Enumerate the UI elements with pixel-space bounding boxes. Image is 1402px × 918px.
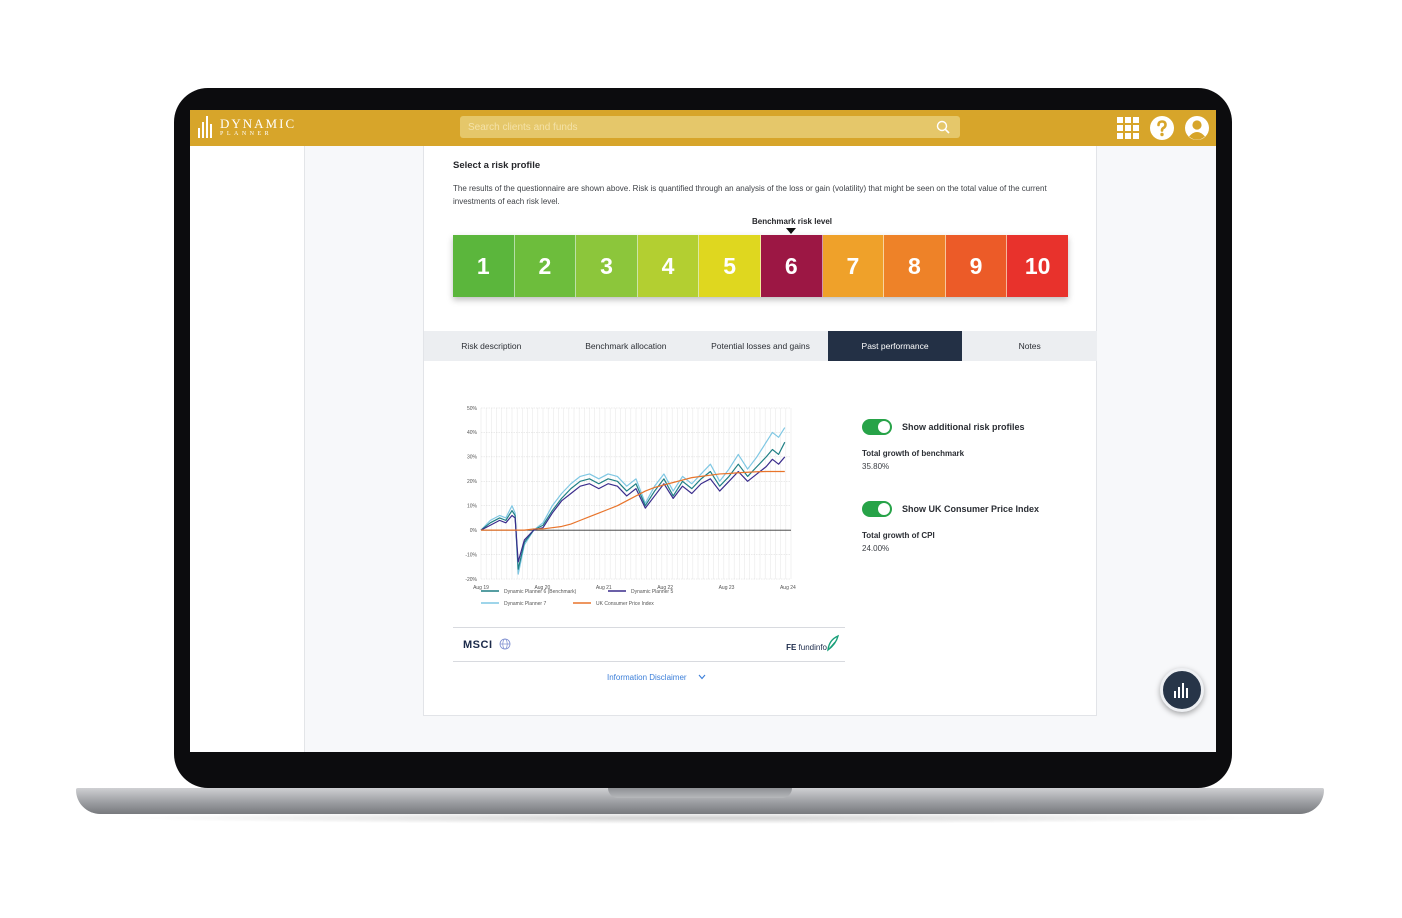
information-disclaimer-link[interactable]: Information Disclaimer — [607, 673, 687, 682]
search-input[interactable] — [460, 116, 920, 138]
risk-level-5[interactable]: 5 — [699, 235, 761, 297]
msci-logo: MSCI — [463, 639, 493, 651]
legend-label: Dynamic Planner 5 — [631, 589, 673, 595]
risk-profile-card: Select a risk profile The results of the… — [423, 146, 1097, 716]
risk-level-10[interactable]: 10 — [1007, 235, 1068, 297]
tab-benchmark-allocation[interactable]: Benchmark allocation — [559, 331, 694, 361]
y-tick-label: 20% — [467, 479, 478, 485]
tab-notes[interactable]: Notes — [962, 331, 1097, 361]
legend-label: Dynamic Planner 6 (Benchmark) — [504, 589, 577, 595]
y-tick-label: 0% — [470, 528, 478, 534]
detail-tabs: Risk description Benchmark allocation Po… — [424, 331, 1097, 361]
performance-chart-svg: 50%40%30%20%10%0%-10%-20%Aug 19 Aug 20 Aug… — [465, 406, 796, 607]
legend-label: UK Consumer Price Index — [596, 601, 654, 607]
risk-level-7[interactable]: 7 — [822, 235, 885, 297]
help-icon[interactable] — [1149, 115, 1175, 141]
benchmark-arrow-icon — [786, 228, 796, 234]
risk-level-3[interactable]: 3 — [576, 235, 638, 297]
benchmark-growth-value: 35.80% — [862, 462, 890, 471]
risk-level-1[interactable]: 1 — [453, 235, 515, 297]
x-tick-label: Aug 19 — [473, 585, 489, 591]
y-tick-label: 40% — [467, 430, 478, 436]
fe-name: fundinfo — [798, 643, 827, 652]
benchmark-risk-label: Benchmark risk level — [751, 217, 833, 226]
cpi-toggle[interactable] — [862, 501, 892, 517]
risk-level-scale: 1 2 3 4 5 6 7 8 9 10 — [453, 235, 1068, 297]
data-providers: MSCI FE fundinfo — [453, 627, 845, 662]
app-screen: DYNAMIC PLANNER Search clients and funds… — [190, 110, 1216, 752]
legend-label: Dynamic Planner 7 — [504, 601, 546, 607]
fe-prefix: FE — [786, 643, 797, 652]
additional-risk-profiles-label: Show additional risk profiles — [902, 422, 1025, 432]
risk-level-2[interactable]: 2 — [514, 235, 577, 297]
cpi-growth-label: Total growth of CPI — [862, 531, 935, 540]
tab-past-performance[interactable]: Past performance — [827, 331, 963, 361]
cpi-toggle-label: Show UK Consumer Price Index — [902, 504, 1040, 514]
risk-level-8[interactable]: 8 — [884, 235, 946, 297]
cpi-row: Show UK Consumer Price Index — [862, 501, 1039, 517]
search-box — [460, 116, 960, 138]
fe-fundinfo-logo: FE fundinfo — [786, 643, 827, 652]
y-tick-label: -20% — [465, 577, 477, 583]
additional-risk-profiles-toggle[interactable] — [862, 419, 892, 435]
planner-bars-icon — [1174, 683, 1188, 698]
fundinfo-leaf-icon — [827, 634, 840, 652]
logo-bars-icon — [198, 116, 214, 138]
chevron-down-icon[interactable] — [698, 674, 706, 680]
past-performance-chart: 50% 40% 30% 20% 10% 0% -10% -20% Aug 19 Aug 20 Aug… — [453, 391, 853, 626]
laptop-notch — [608, 788, 792, 798]
benchmark-growth-label: Total growth of benchmark — [862, 449, 965, 458]
tab-potential-losses-gains[interactable]: Potential losses and gains — [693, 331, 828, 361]
sidebar — [190, 146, 305, 752]
y-tick-label: -10% — [465, 552, 477, 558]
x-tick-label: Aug 21 — [596, 585, 612, 591]
logo-sub: PLANNER — [220, 131, 273, 137]
logo-text: DYNAMIC PLANNER — [220, 117, 296, 137]
msci-globe-icon — [499, 638, 511, 650]
apps-grid-icon[interactable] — [1116, 116, 1140, 140]
risk-level-4[interactable]: 4 — [637, 235, 700, 297]
top-bar: DYNAMIC PLANNER — [190, 110, 1216, 146]
search-icon[interactable] — [936, 120, 950, 134]
risk-level-6[interactable]: 6 — [760, 235, 823, 297]
additional-risk-profiles-row: Show additional risk profiles — [862, 419, 1025, 435]
app-logo[interactable]: DYNAMIC PLANNER — [198, 116, 296, 138]
assistant-fab-button[interactable] — [1160, 668, 1204, 712]
user-avatar-icon[interactable] — [1184, 115, 1210, 141]
y-tick-label: 50% — [467, 406, 478, 412]
y-tick-label: 10% — [467, 504, 478, 510]
risk-level-9[interactable]: 9 — [945, 235, 1008, 297]
x-tick-label: Aug 24 — [780, 585, 796, 591]
cpi-growth-value: 24.00% — [862, 544, 890, 553]
x-tick-label: Aug 23 — [719, 585, 735, 591]
section-title: Select a risk profile — [453, 160, 541, 171]
section-description: The results of the questionnaire are sho… — [453, 184, 1047, 206]
y-tick-label: 30% — [467, 455, 478, 461]
tab-risk-description[interactable]: Risk description — [424, 331, 559, 361]
logo-main: DYNAMIC — [220, 116, 297, 131]
